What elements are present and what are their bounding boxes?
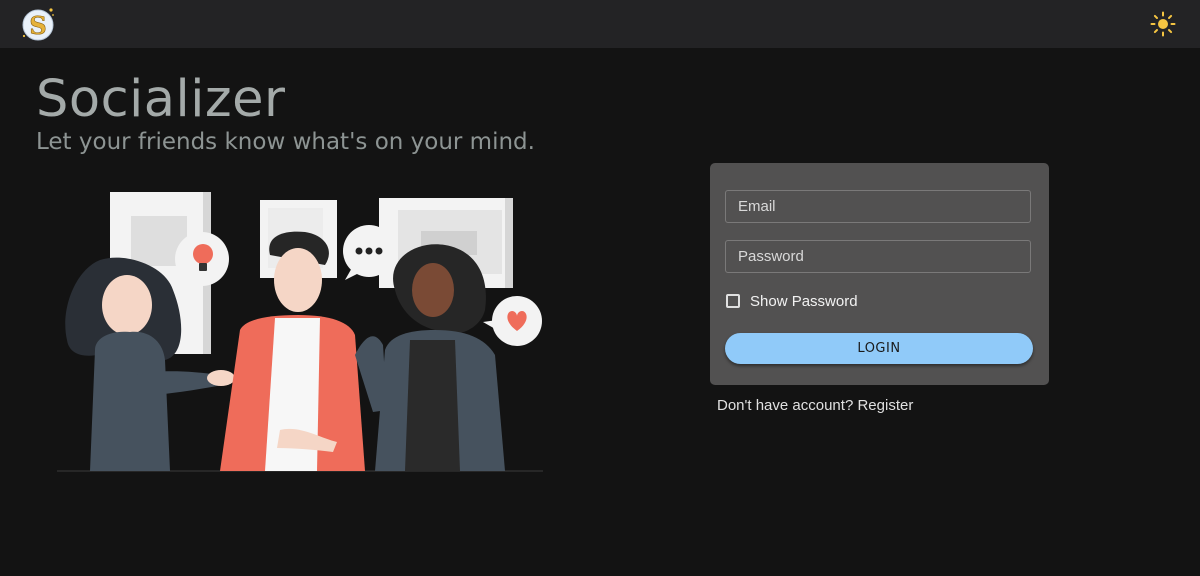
friends-chatting-illustration <box>55 180 550 475</box>
socializer-logo-icon[interactable]: S <box>20 6 56 42</box>
login-card: Show Password LOGIN <box>710 163 1049 385</box>
register-prompt-text: Don't have account? <box>717 397 858 414</box>
top-app-bar: S <box>0 0 1200 48</box>
show-password-checkbox[interactable] <box>726 294 740 308</box>
password-field[interactable] <box>725 240 1031 273</box>
man-center-figure <box>220 231 365 471</box>
heart-bubble-icon <box>483 296 542 346</box>
login-button[interactable]: LOGIN <box>725 333 1033 364</box>
register-link[interactable]: Register <box>857 397 913 414</box>
woman-right-figure <box>355 244 505 471</box>
app-title: Socializer <box>36 70 286 129</box>
register-prompt: Don't have account? Register <box>717 397 913 414</box>
app-tagline: Let your friends know what's on your min… <box>36 129 535 155</box>
logo-letter: S <box>29 11 46 40</box>
sun-icon[interactable] <box>1150 11 1176 37</box>
show-password-toggle[interactable]: Show Password <box>726 291 858 311</box>
email-field[interactable] <box>725 190 1031 223</box>
show-password-label: Show Password <box>750 292 858 310</box>
